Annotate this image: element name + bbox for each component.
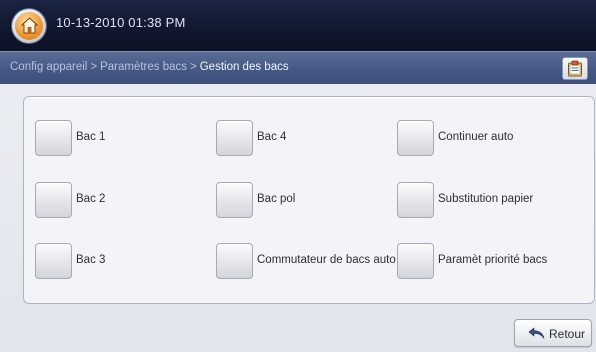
breadcrumb-separator: > [190, 61, 197, 73]
option-label: Commutateur de bacs auto [257, 254, 396, 266]
checkbox[interactable] [216, 120, 253, 156]
option-label: Bac 1 [76, 131, 106, 143]
option-label: Bac 2 [76, 193, 106, 205]
clipboard-button[interactable] [562, 57, 588, 80]
breadcrumb: Config appareil > Paramètres bacs > Gestion … [10, 61, 289, 73]
option-label: Substitution papier [438, 193, 534, 205]
checkbox[interactable] [397, 120, 434, 156]
option-label: Bac 3 [76, 254, 106, 266]
home-icon [15, 12, 43, 40]
retour-button[interactable]: Retour [514, 319, 592, 347]
option-label: Bac 4 [257, 131, 287, 143]
breadcrumb-separator: > [90, 61, 98, 73]
checkbox[interactable] [397, 243, 434, 279]
checkbox[interactable] [216, 243, 253, 279]
checkbox[interactable] [397, 182, 434, 218]
screen: 10-13-2010 01:38 PM Config appareil > Para… [0, 0, 596, 352]
checkbox[interactable] [35, 243, 72, 279]
clipboard-icon [568, 60, 582, 77]
retour-label: Retour [549, 327, 586, 341]
undo-arrow-icon [528, 327, 545, 339]
option-label: Paramèt priorité bacs [438, 254, 548, 266]
breadcrumb-item-parametres-bacs[interactable]: Paramètres bacs [100, 61, 187, 73]
option-label: Bac pol [257, 193, 296, 205]
checkbox[interactable] [35, 182, 72, 218]
datetime-label: 10-13-2010 01:38 PM [56, 15, 186, 30]
breadcrumb-bar: Config appareil > Paramètres bacs > Gestion … [0, 51, 596, 84]
breadcrumb-item-current: Gestion des bacs [199, 61, 289, 73]
checkbox[interactable] [216, 182, 253, 218]
checkbox[interactable] [35, 120, 72, 156]
status-bar: 10-13-2010 01:38 PM [0, 0, 596, 51]
option-label: Continuer auto [438, 131, 514, 143]
tray-options-panel: Bac 1 Bac 2 Bac 3 Bac 4 Bac pol Commutat… [23, 96, 595, 304]
home-button[interactable] [12, 9, 46, 43]
breadcrumb-item-config[interactable]: Config appareil [10, 61, 87, 73]
